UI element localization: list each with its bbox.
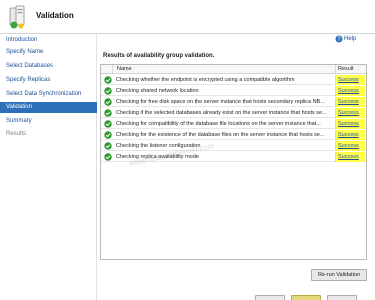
table-row[interactable]: Checking if the selected databases alrea… — [101, 108, 366, 118]
table-row[interactable]: Checking the listener configuration Succe… — [101, 141, 366, 151]
column-header-name[interactable]: Name — [117, 66, 132, 72]
sidebar-item-results: Results — [6, 131, 27, 137]
results-heading: Results of availability group validation… — [103, 53, 215, 59]
sidebar-item-specify-name[interactable]: Specify Name — [0, 47, 97, 58]
check-name: Checking if the selected databases alrea… — [116, 110, 327, 116]
result-link[interactable]: Success — [336, 141, 365, 151]
result-link[interactable]: Success — [336, 108, 365, 118]
cancel-button[interactable] — [327, 295, 357, 300]
sidebar-item-introduction[interactable]: Introduction — [0, 35, 97, 46]
table-row[interactable]: Checking whether the endpoint is encrypt… — [101, 75, 366, 85]
result-link[interactable]: Success — [336, 86, 365, 96]
success-check-icon — [104, 109, 112, 117]
success-check-icon — [104, 153, 112, 161]
next-button[interactable] — [291, 295, 321, 300]
success-check-icon — [104, 142, 112, 150]
check-name: Checking for compatibility of the databa… — [116, 121, 321, 127]
check-name: Checking for the existence of the databa… — [116, 132, 325, 138]
page-title: Validation — [36, 11, 74, 20]
wizard-logo-icon — [9, 5, 25, 29]
table-row[interactable]: Checking for compatibility of the databa… — [101, 119, 366, 129]
rerun-validation-button[interactable]: Re-run Validation — [311, 269, 367, 281]
help-icon: ? — [335, 35, 343, 43]
column-header-result[interactable]: Result — [338, 66, 354, 72]
success-check-icon — [104, 76, 112, 84]
check-name: Checking shared network location — [116, 88, 199, 94]
table-row[interactable]: Checking shared network location Success — [101, 86, 366, 96]
wizard-header: Validation — [0, 0, 375, 34]
result-link[interactable]: Success — [336, 119, 365, 129]
column-separator — [335, 65, 336, 74]
help-link[interactable]: ? Help — [335, 35, 357, 44]
success-check-icon — [104, 131, 112, 139]
result-link[interactable]: Success — [336, 75, 365, 85]
success-check-icon — [104, 98, 112, 106]
wizard-steps-sidebar: Introduction Specify Name Select Databas… — [0, 34, 97, 300]
sidebar-item-summary[interactable]: Summary — [0, 116, 97, 127]
table-row[interactable]: Checking for free disk space on the serv… — [101, 97, 366, 107]
sidebar-item-select-databases[interactable]: Select Databases — [0, 61, 97, 72]
result-link[interactable]: Success — [336, 152, 365, 162]
result-link[interactable]: Success — [336, 130, 365, 140]
help-label: Help — [344, 36, 357, 42]
previous-button[interactable] — [255, 295, 285, 300]
sidebar-item-validation[interactable]: Validation — [0, 102, 97, 113]
result-link[interactable]: Success — [336, 97, 365, 107]
success-check-icon — [104, 87, 112, 95]
column-separator — [112, 65, 113, 74]
check-name: Checking whether the endpoint is encrypt… — [116, 77, 295, 83]
success-check-icon — [104, 120, 112, 128]
check-name: Checking the listener configuration — [116, 143, 201, 149]
sidebar-item-specify-replicas[interactable]: Specify Replicas — [0, 75, 97, 86]
check-name: Checking for free disk space on the serv… — [116, 99, 325, 105]
grid-header: Name Result — [101, 65, 366, 74]
table-row[interactable]: Checking for the existence of the databa… — [101, 130, 366, 140]
sidebar-item-select-data-synchronization[interactable]: Select Data Synchronization — [0, 89, 97, 100]
